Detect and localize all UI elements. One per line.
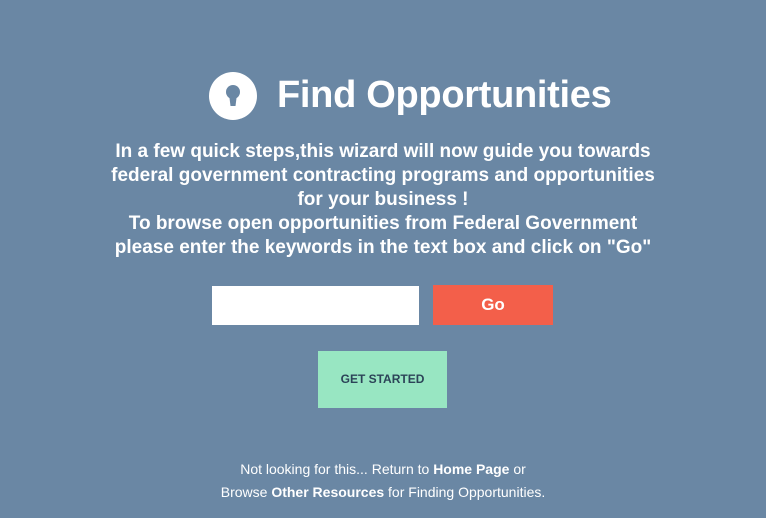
page-header: Find Opportunities bbox=[0, 68, 766, 122]
intro-line: In a few quick steps,this wizard will no… bbox=[115, 141, 651, 162]
intro-line: To browse open opportunities from Federa… bbox=[128, 213, 638, 234]
footer-text-segment: for Finding Opportunities. bbox=[384, 484, 546, 500]
other-resources-link[interactable]: Other Resources bbox=[271, 484, 384, 500]
find-opportunities-page: Find Opportunities In a few quick steps,… bbox=[0, 0, 766, 518]
get-started-button[interactable]: GET STARTED bbox=[318, 351, 447, 408]
home-page-link[interactable]: Home Page bbox=[433, 461, 509, 477]
intro-line: federal government contracting programs … bbox=[111, 165, 655, 186]
intro-line: please enter the keywords in the text bo… bbox=[114, 237, 652, 258]
go-button[interactable]: Go bbox=[433, 285, 553, 325]
footer-text-segment: or bbox=[509, 461, 526, 477]
keyword-search-input[interactable] bbox=[212, 286, 419, 325]
page-title: Find Opportunities bbox=[277, 74, 612, 116]
footer-line-2: Browse Other Resources for Finding Oppor… bbox=[0, 481, 766, 504]
footer-line-1: Not looking for this... Return to Home P… bbox=[0, 458, 766, 481]
intro-line: for your business ! bbox=[297, 189, 469, 210]
intro-text: In a few quick steps,this wizard will no… bbox=[83, 140, 683, 260]
footer-text: Not looking for this... Return to Home P… bbox=[0, 458, 766, 504]
footer-text-segment: Browse bbox=[220, 484, 272, 500]
footer-text-segment: Not looking for this... Return to bbox=[240, 461, 434, 477]
keyhole-icon bbox=[209, 72, 257, 120]
